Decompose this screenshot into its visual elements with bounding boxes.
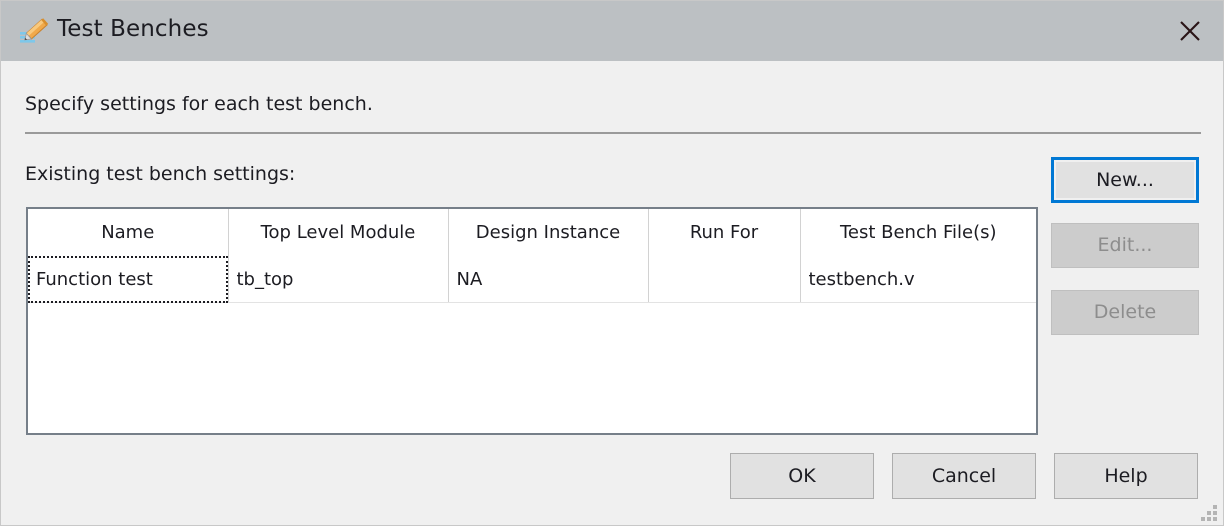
cell-design-instance[interactable]: NA <box>448 256 649 303</box>
delete-button: Delete <box>1051 290 1199 335</box>
column-header-test-bench-files[interactable]: Test Bench File(s) <box>800 209 1036 256</box>
column-header-name[interactable]: Name <box>28 209 229 256</box>
instruction-text: Specify settings for each test bench. <box>25 93 373 115</box>
cancel-button[interactable]: Cancel <box>892 453 1036 499</box>
test-bench-list[interactable]: Name Top Level Module Design Instance Ru… <box>26 207 1038 435</box>
cell-top-level-module[interactable]: tb_top <box>228 256 449 303</box>
column-header-design-instance[interactable]: Design Instance <box>448 209 649 256</box>
cell-run-for[interactable] <box>648 256 801 303</box>
test-benches-dialog: Test Benches Specify settings for each t… <box>0 0 1224 526</box>
help-button[interactable]: Help <box>1054 453 1198 499</box>
close-icon[interactable] <box>1164 6 1216 56</box>
cell-test-bench-files[interactable]: testbench.v <box>800 256 1036 303</box>
table-header-row: Name Top Level Module Design Instance Ru… <box>28 209 1036 256</box>
column-header-run-for[interactable]: Run For <box>648 209 801 256</box>
resize-grip-icon[interactable] <box>1201 505 1219 521</box>
ok-button[interactable]: OK <box>730 453 874 499</box>
column-header-top-level-module[interactable]: Top Level Module <box>228 209 449 256</box>
test-bench-table: Name Top Level Module Design Instance Ru… <box>28 209 1036 303</box>
new-button[interactable]: New... <box>1051 157 1199 203</box>
testbench-pencil-icon <box>19 16 51 46</box>
window-title: Test Benches <box>57 16 209 42</box>
cell-name[interactable]: Function test <box>28 256 229 303</box>
title-bar: Test Benches <box>1 1 1223 61</box>
table-row[interactable]: Function test tb_top NA testbench.v <box>28 256 1036 303</box>
edit-button: Edit... <box>1051 223 1199 268</box>
list-label: Existing test bench settings: <box>25 163 296 185</box>
header-divider <box>25 132 1201 134</box>
